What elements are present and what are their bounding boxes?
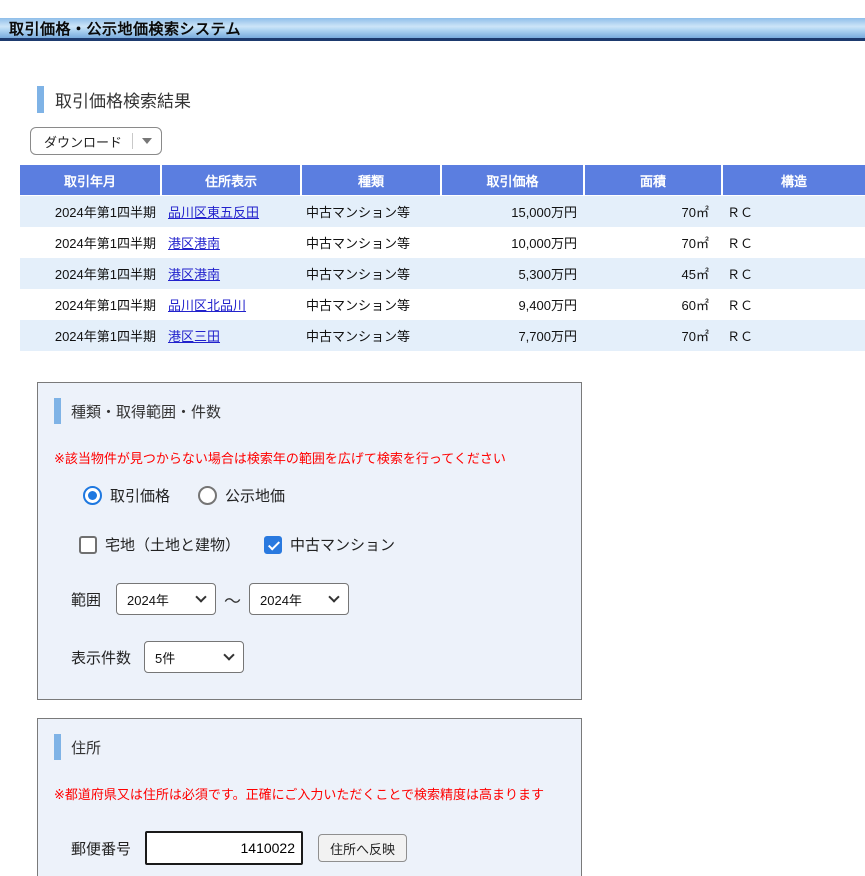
apply-to-address-button[interactable]: 住所へ反映 [318, 834, 407, 862]
checkbox-unchecked-icon [79, 536, 97, 554]
display-count-row: 表示件数 5件 [71, 641, 244, 673]
table-row: 2024年第1四半期 品川区北品川 中古マンション等 9,400万円 60㎡ Ｒ… [20, 289, 865, 320]
col-header-price: 取引価格 [442, 165, 585, 196]
col-header-period: 取引年月 [20, 165, 162, 196]
table-row: 2024年第1四半期 品川区東五反田 中古マンション等 15,000万円 70㎡… [20, 196, 865, 227]
chevron-down-icon [328, 591, 339, 602]
count-label: 表示件数 [71, 647, 131, 668]
checkbox-checked-icon [264, 536, 282, 554]
accent-bar [54, 734, 61, 760]
cell-period: 2024年第1四半期 [20, 196, 162, 227]
cell-type: 中古マンション等 [302, 289, 442, 320]
table-row: 2024年第1四半期 港区三田 中古マンション等 7,700万円 70㎡ ＲＣ [20, 320, 865, 351]
price-type-radio-group: 取引価格 公示地価 [83, 485, 313, 506]
radio-transaction-price[interactable]: 取引価格 [83, 485, 170, 506]
address-link[interactable]: 品川区北品川 [168, 298, 246, 313]
cell-area: 45㎡ [585, 258, 723, 289]
range-label: 範囲 [71, 589, 101, 610]
cell-area: 70㎡ [585, 196, 723, 227]
criteria-panel-title: 種類・取得範囲・件数 [54, 398, 221, 424]
postal-code-row: 郵便番号 住所へ反映 [71, 831, 407, 865]
year-range-row: 範囲 2024年 ～ 2024年 [71, 583, 349, 615]
cell-period: 2024年第1四半期 [20, 289, 162, 320]
criteria-note: ※該当物件が見つからない場合は検索年の範囲を広げて検索を行ってください [54, 448, 506, 467]
radio-selected-icon [83, 486, 102, 505]
col-header-area: 面積 [585, 165, 723, 196]
range-from-select[interactable]: 2024年 [116, 583, 216, 615]
address-link[interactable]: 品川区東五反田 [168, 205, 259, 220]
cell-area: 70㎡ [585, 320, 723, 351]
radio-unselected-icon [198, 486, 217, 505]
cell-price: 10,000万円 [442, 227, 585, 258]
download-dropdown-toggle[interactable] [133, 138, 161, 144]
table-row: 2024年第1四半期 港区港南 中古マンション等 5,300万円 45㎡ ＲＣ [20, 258, 865, 289]
radio-official-land-price[interactable]: 公示地価 [198, 485, 285, 506]
cell-area: 70㎡ [585, 227, 723, 258]
accent-bar [37, 86, 44, 113]
checkbox-residential-land[interactable]: 宅地（土地と建物） [79, 534, 240, 555]
accent-bar [54, 398, 61, 424]
cell-price: 7,700万円 [442, 320, 585, 351]
download-button[interactable]: ダウンロード [30, 127, 162, 155]
chevron-down-icon [195, 591, 206, 602]
address-link[interactable]: 港区港南 [168, 267, 220, 282]
col-header-type: 種類 [302, 165, 442, 196]
cell-type: 中古マンション等 [302, 258, 442, 289]
cell-price: 15,000万円 [442, 196, 585, 227]
cell-price: 5,300万円 [442, 258, 585, 289]
cell-structure: ＲＣ [723, 289, 865, 320]
page-title: 取引価格検索結果 [55, 87, 191, 112]
cell-structure: ＲＣ [723, 196, 865, 227]
address-link[interactable]: 港区三田 [168, 329, 220, 344]
results-section-title: 取引価格検索結果 [37, 86, 191, 113]
cell-address: 港区港南 [162, 258, 302, 289]
table-row: 2024年第1四半期 港区港南 中古マンション等 10,000万円 70㎡ ＲＣ [20, 227, 865, 258]
display-count-select[interactable]: 5件 [144, 641, 244, 673]
table-header-row: 取引年月 住所表示 種類 取引価格 面積 構造 [20, 165, 865, 196]
address-panel: 住所 ※都道府県又は住所は必須です。正確にご入力いただくことで検索精度は高まりま… [37, 718, 582, 876]
cell-type: 中古マンション等 [302, 320, 442, 351]
col-header-address: 住所表示 [162, 165, 302, 196]
cell-type: 中古マンション等 [302, 196, 442, 227]
cell-address: 港区港南 [162, 227, 302, 258]
chevron-down-icon [223, 649, 234, 660]
results-table: 取引年月 住所表示 種類 取引価格 面積 構造 2024年第1四半期 品川区東五… [20, 165, 865, 351]
address-link[interactable]: 港区港南 [168, 236, 220, 251]
cell-area: 60㎡ [585, 289, 723, 320]
cell-period: 2024年第1四半期 [20, 320, 162, 351]
cell-address: 品川区東五反田 [162, 196, 302, 227]
cell-period: 2024年第1四半期 [20, 258, 162, 289]
cell-price: 9,400万円 [442, 289, 585, 320]
cell-address: 品川区北品川 [162, 289, 302, 320]
cell-structure: ＲＣ [723, 258, 865, 289]
chevron-down-icon [142, 138, 152, 144]
cell-type: 中古マンション等 [302, 227, 442, 258]
address-note: ※都道府県又は住所は必須です。正確にご入力いただくことで検索精度は高まります [54, 784, 544, 803]
download-button-label: ダウンロード [31, 132, 132, 151]
postal-code-input[interactable] [145, 831, 303, 865]
address-panel-title: 住所 [54, 734, 101, 760]
postal-code-label: 郵便番号 [71, 838, 131, 859]
app-header-bar: 取引価格・公示地価検索システム [0, 18, 865, 41]
cell-period: 2024年第1四半期 [20, 227, 162, 258]
cell-structure: ＲＣ [723, 320, 865, 351]
col-header-structure: 構造 [723, 165, 865, 196]
range-to-select[interactable]: 2024年 [249, 583, 349, 615]
checkbox-used-condo[interactable]: 中古マンション [264, 534, 395, 555]
cell-address: 港区三田 [162, 320, 302, 351]
property-type-checkbox-group: 宅地（土地と建物） 中古マンション [79, 534, 419, 555]
range-separator: ～ [224, 587, 241, 612]
cell-structure: ＲＣ [723, 227, 865, 258]
app-title: 取引価格・公示地価検索システム [9, 18, 241, 39]
criteria-panel: 種類・取得範囲・件数 ※該当物件が見つからない場合は検索年の範囲を広げて検索を行… [37, 382, 582, 700]
